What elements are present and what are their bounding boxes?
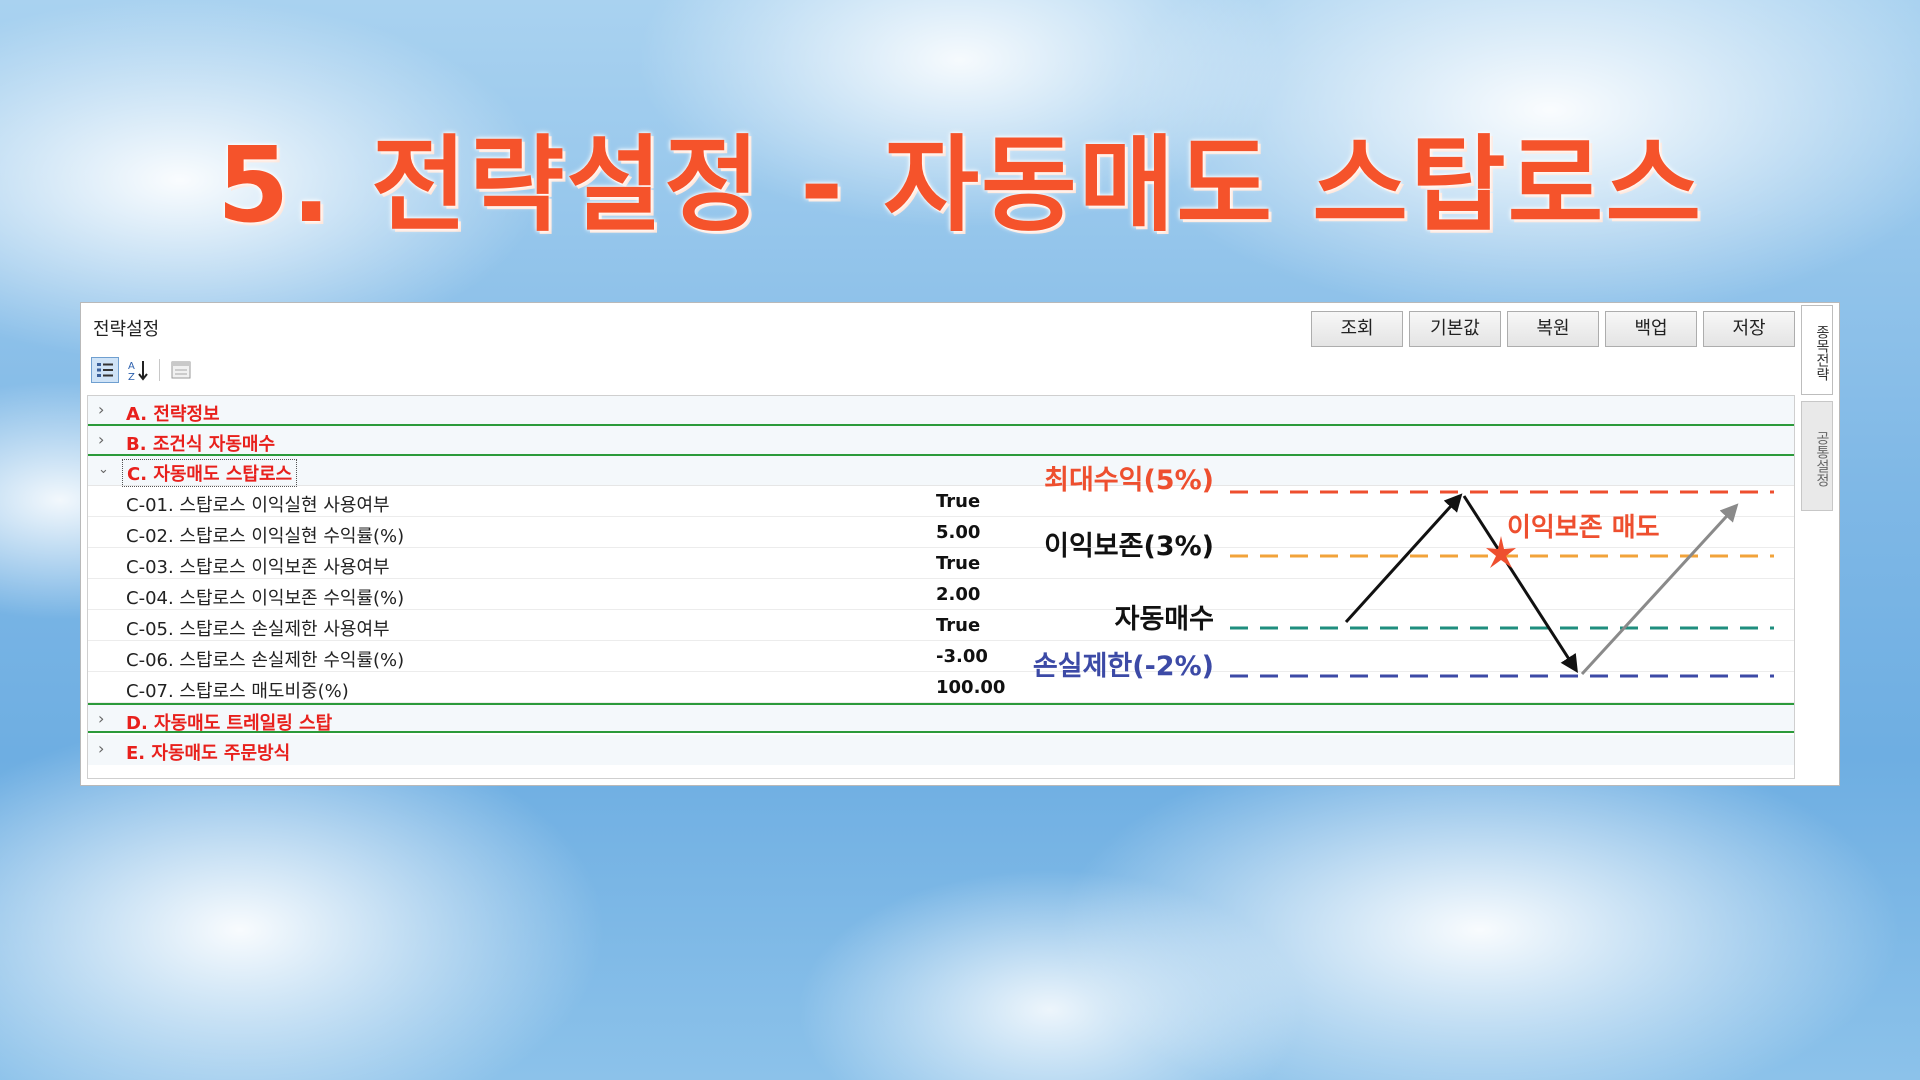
category-label: A. 전략정보 [126, 404, 220, 425]
property-pages-icon[interactable] [167, 357, 195, 383]
stoploss-diagram: 최대수익(5%) 이익보존(3%) 자동매수 손실제한(-2%) 이익보존 매도 [1033, 465, 1774, 682]
chevron-down-icon[interactable]: ⌄ [98, 462, 112, 477]
restore-button[interactable]: 복원 [1507, 311, 1599, 347]
category-label: D. 자동매도 트레일링 스탑 [126, 713, 333, 734]
profit-preserve-sell-annotation: 이익보존 매도 [1507, 513, 1660, 543]
category-a[interactable]: › A. 전략정보 [88, 396, 1794, 426]
side-tab-strip: 종목전략 공통설정 [1799, 305, 1837, 785]
query-button[interactable]: 조회 [1311, 311, 1403, 347]
property-value[interactable]: 2.00 [936, 584, 980, 605]
property-value[interactable]: -3.00 [936, 646, 988, 667]
property-value[interactable]: True [936, 553, 980, 574]
property-value[interactable]: True [936, 491, 980, 512]
chevron-right-icon[interactable]: › [98, 400, 112, 419]
property-value[interactable]: True [936, 615, 980, 636]
property-name: C-02. 스탑로스 이익실현 수익률(%) [126, 526, 405, 547]
level-label-loss-limit: 손실제한(-2%) [1033, 651, 1214, 682]
backup-button[interactable]: 백업 [1605, 311, 1697, 347]
level-label-max-profit: 최대수익(5%) [1044, 465, 1214, 496]
toolbar-divider [159, 359, 160, 381]
category-e[interactable]: › E. 자동매도 주문방식 [88, 735, 1794, 765]
category-label: E. 자동매도 주문방식 [126, 743, 291, 764]
chevron-right-icon[interactable]: › [98, 739, 112, 758]
tab-common-settings[interactable]: 공통설정 [1801, 401, 1833, 511]
category-label: B. 조건식 자동매수 [126, 434, 276, 455]
categorized-icon[interactable] [91, 357, 119, 383]
save-button[interactable]: 저장 [1703, 311, 1795, 347]
level-label-auto-buy: 자동매수 [1115, 604, 1214, 635]
price-rise-arrow [1344, 493, 1463, 624]
svg-text:A: A [128, 361, 135, 372]
default-button[interactable]: 기본값 [1409, 311, 1501, 347]
tab-stock-strategy[interactable]: 종목전략 [1801, 305, 1833, 395]
panel-title: 전략설정 [93, 319, 160, 340]
property-name: C-04. 스탑로스 이익보존 수익률(%) [126, 588, 405, 609]
level-label-profit-preserve: 이익보존(3%) [1044, 531, 1214, 562]
category-label: C. 자동매도 스탑로스 [122, 459, 298, 487]
page-title: 5. 전략설정 - 자동매도 스탑로스 [216, 124, 1704, 246]
chevron-right-icon[interactable]: › [98, 709, 112, 728]
chevron-right-icon[interactable]: › [98, 430, 112, 449]
svg-text:Z: Z [128, 372, 135, 381]
property-name: C-03. 스탑로스 이익보존 사용여부 [126, 557, 390, 578]
property-value[interactable]: 5.00 [936, 522, 980, 543]
category-b[interactable]: › B. 조건식 자동매수 [88, 426, 1794, 456]
property-name: C-05. 스탑로스 손실제한 사용여부 [126, 619, 390, 640]
property-name: C-06. 스탑로스 손실제한 수익률(%) [126, 650, 405, 671]
sort-alphabetical-icon[interactable]: A Z [125, 357, 153, 383]
property-name: C-07. 스탑로스 매도비중(%) [126, 681, 349, 702]
property-value[interactable]: 100.00 [936, 677, 1005, 698]
property-name: C-01. 스탑로스 이익실현 사용여부 [126, 495, 390, 516]
